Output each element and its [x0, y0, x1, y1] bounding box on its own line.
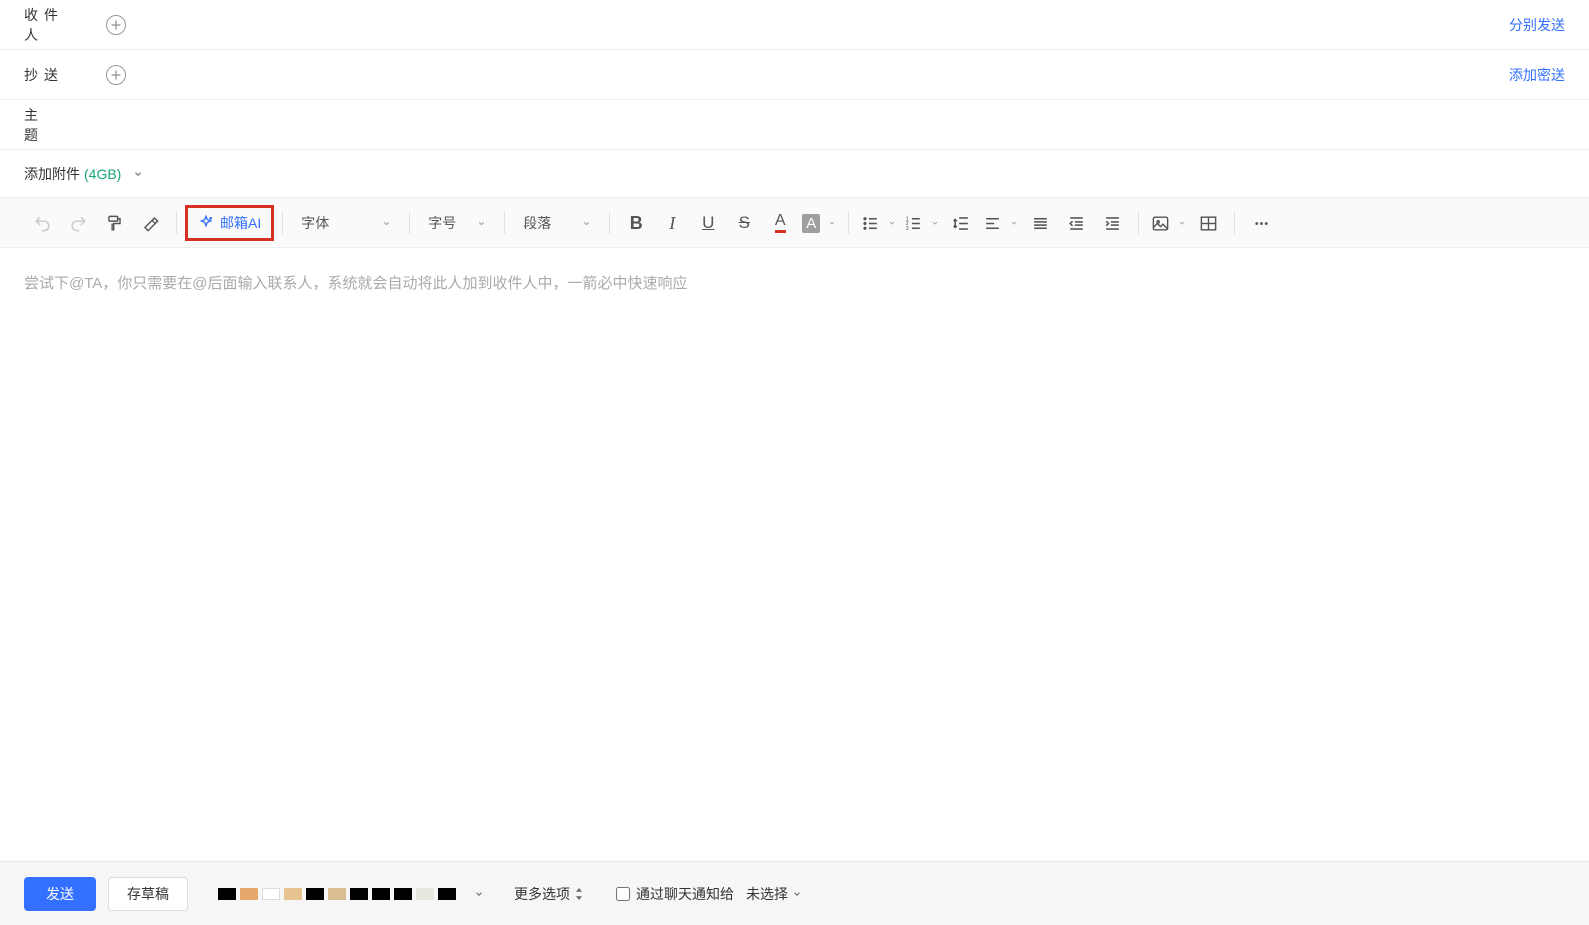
- signature-swatches[interactable]: [218, 888, 456, 900]
- cc-row: 抄送 添加密送: [0, 50, 1589, 100]
- cc-label: 抄送: [24, 65, 78, 85]
- chevron-down-icon: [477, 219, 486, 228]
- chevron-down-icon: [888, 219, 896, 227]
- align-justify-button[interactable]: [1022, 205, 1058, 241]
- chevron-down-icon: [1010, 219, 1018, 227]
- signature-swatch[interactable]: [240, 888, 258, 900]
- insert-image-button[interactable]: [1147, 205, 1190, 241]
- font-family-select[interactable]: 字体: [291, 205, 401, 241]
- signature-swatch[interactable]: [306, 888, 324, 900]
- separator: [504, 212, 505, 234]
- redo-button[interactable]: [60, 205, 96, 241]
- recipient-row: 收件人 分别发送: [0, 0, 1589, 50]
- attachment-label: 添加附件: [24, 164, 80, 184]
- italic-button[interactable]: I: [654, 205, 690, 241]
- attachment-size: (4GB): [84, 166, 121, 182]
- editor-toolbar: 邮箱AI 字体 字号 段落 B I U S A A 123: [0, 198, 1589, 248]
- separator: [1234, 212, 1235, 234]
- chevron-down-icon: [133, 169, 143, 179]
- add-recipient-button[interactable]: [106, 15, 126, 35]
- font-color-button[interactable]: A: [762, 205, 798, 241]
- add-attachment-button[interactable]: 添加附件(4GB): [24, 164, 143, 184]
- chevron-down-icon: [1178, 219, 1186, 227]
- underline-button[interactable]: U: [690, 205, 726, 241]
- highlight-color-button[interactable]: A: [798, 205, 840, 241]
- indent-decrease-button[interactable]: [1058, 205, 1094, 241]
- clear-format-button[interactable]: [132, 205, 168, 241]
- add-cc-button[interactable]: [106, 65, 126, 85]
- undo-button[interactable]: [24, 205, 60, 241]
- separator: [1138, 212, 1139, 234]
- indent-increase-button[interactable]: [1094, 205, 1130, 241]
- insert-table-button[interactable]: [1190, 205, 1226, 241]
- signature-swatch[interactable]: [262, 888, 280, 900]
- chevron-down-icon: [828, 219, 836, 227]
- editor-body[interactable]: 尝试下@TA，你只需要在@后面输入联系人，系统就会自动将此人加到收件人中，一箭必…: [0, 248, 1589, 768]
- subject-input[interactable]: [106, 117, 1565, 133]
- footer-bar: 发送 存草稿 更多选项 通过聊天通知给 未选择: [0, 861, 1589, 925]
- align-button[interactable]: [979, 205, 1022, 241]
- save-draft-button[interactable]: 存草稿: [108, 877, 188, 911]
- send-button[interactable]: 发送: [24, 877, 96, 911]
- signature-swatch[interactable]: [284, 888, 302, 900]
- mail-ai-label: 邮箱AI: [220, 213, 261, 233]
- recipient-label: 收件人: [24, 5, 78, 45]
- paragraph-select[interactable]: 段落: [513, 205, 601, 241]
- more-toolbar-button[interactable]: [1243, 205, 1279, 241]
- mail-ai-button[interactable]: 邮箱AI: [185, 205, 274, 241]
- format-painter-button[interactable]: [96, 205, 132, 241]
- editor-placeholder: 尝试下@TA，你只需要在@后面输入联系人，系统就会自动将此人加到收件人中，一箭必…: [24, 272, 1565, 293]
- chevron-down-icon[interactable]: [474, 889, 484, 899]
- add-bcc-link[interactable]: 添加密送: [1509, 65, 1565, 85]
- separator: [409, 212, 410, 234]
- signature-swatch[interactable]: [394, 888, 412, 900]
- notify-checkbox-input[interactable]: [616, 887, 630, 901]
- separate-send-link[interactable]: 分别发送: [1509, 15, 1565, 35]
- chevron-down-icon: [931, 219, 939, 227]
- signature-swatch[interactable]: [372, 888, 390, 900]
- subject-label: 主题: [24, 105, 78, 145]
- notify-target-select[interactable]: 未选择: [746, 884, 802, 904]
- subject-row: 主题: [0, 100, 1589, 150]
- signature-swatch[interactable]: [438, 888, 456, 900]
- signature-swatch[interactable]: [328, 888, 346, 900]
- line-height-button[interactable]: [943, 205, 979, 241]
- signature-swatch[interactable]: [416, 888, 434, 900]
- bold-button[interactable]: B: [618, 205, 654, 241]
- font-size-select[interactable]: 字号: [418, 205, 496, 241]
- separator: [176, 212, 177, 234]
- unordered-list-button[interactable]: [857, 205, 900, 241]
- chevron-down-icon: [382, 219, 391, 228]
- strikethrough-button[interactable]: S: [726, 205, 762, 241]
- signature-swatch[interactable]: [218, 888, 236, 900]
- separator: [609, 212, 610, 234]
- ordered-list-button[interactable]: 123: [900, 205, 943, 241]
- chevron-down-icon: [582, 219, 591, 228]
- separator: [282, 212, 283, 234]
- more-options-button[interactable]: 更多选项: [514, 884, 584, 904]
- separator: [848, 212, 849, 234]
- signature-swatch[interactable]: [350, 888, 368, 900]
- attachment-row: 添加附件(4GB): [0, 150, 1589, 198]
- notify-chat-checkbox[interactable]: 通过聊天通知给: [616, 884, 734, 904]
- svg-text:3: 3: [906, 225, 909, 231]
